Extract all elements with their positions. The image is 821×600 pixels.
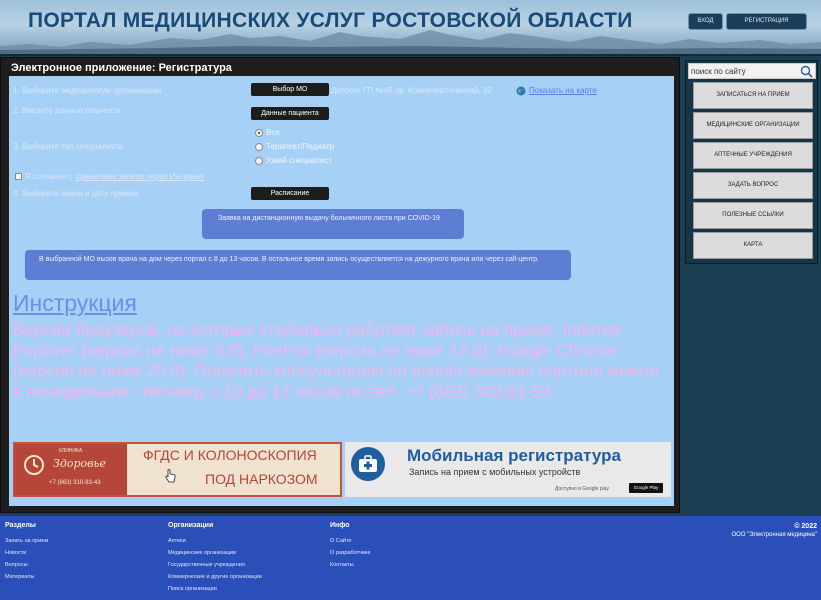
footer-link[interactable]: О разработчике xyxy=(330,547,371,559)
google-play-badge[interactable]: Google Play xyxy=(629,483,663,493)
selected-mo-text: Детская ГП №45 пр. Коммунистический, 32 xyxy=(331,86,492,95)
sidebar-item-ask-question[interactable]: ЗАДАТЬ ВОПРОС xyxy=(693,172,813,199)
site-title: ПОРТАЛ МЕДИЦИНСКИХ УСЛУГ РОСТОВСКОЙ ОБЛА… xyxy=(28,9,633,32)
footer-link[interactable]: Государственные учреждения xyxy=(168,559,262,571)
mobile-registry-subtitle: Запись на прием с мобильных устройств xyxy=(409,467,581,477)
radio-therapist[interactable]: Терапевт/Педиатр xyxy=(255,142,334,151)
instruction-link[interactable]: Инструкция xyxy=(13,290,137,317)
step-2-label: 2. Введите данные пациента xyxy=(13,106,121,115)
schedule-button[interactable]: Расписание xyxy=(251,187,329,200)
footer-link[interactable]: Поиск организации xyxy=(168,583,262,595)
hand-cursor-icon xyxy=(165,469,176,483)
sidebar-item-pharmacies[interactable]: АПТЕЧНЫЕ УЧРЕЖДЕНИЯ xyxy=(693,142,813,169)
footer-info-title: Инфо xyxy=(330,522,350,529)
mobile-registry-banner[interactable]: Мобильная регистратура Запись на прием с… xyxy=(345,442,671,497)
login-button[interactable]: ВХОД xyxy=(688,13,723,30)
footer-info: Инфо О Сайте О разработчике Контакты xyxy=(330,522,371,571)
site-footer: Разделы Запись на прием Новости Вопросы … xyxy=(0,516,821,600)
footer-link[interactable]: Коммерческие и другие организации xyxy=(168,571,262,583)
radio-narrow[interactable]: Узкий специалист xyxy=(255,156,332,165)
home-visit-info: В выбранной МО вызов врача на дом через … xyxy=(25,250,571,280)
radio-button-selected[interactable] xyxy=(255,128,263,137)
agree-prefix: Я согласен с xyxy=(25,172,73,181)
sidebar-item-medical-orgs[interactable]: МЕДИЦИНСКИЕ ОРГАНИЗАЦИИ xyxy=(693,112,813,139)
select-mo-button[interactable]: Выбор МО xyxy=(251,83,329,96)
copyright-year: © 2022 xyxy=(794,523,817,530)
footer-sections-title: Разделы xyxy=(5,522,36,529)
footer-link[interactable]: Аптеки xyxy=(168,535,262,547)
copyright: © 2022 ООО "Электронная медицина" xyxy=(732,522,818,540)
copyright-org: ООО "Электронная медицина" xyxy=(731,532,818,538)
footer-orgs: Организации Аптеки Медицинские организац… xyxy=(168,522,262,595)
step-4-label: 4. Выберите врача и дату приема xyxy=(13,189,139,198)
search-input[interactable] xyxy=(691,65,796,77)
radio-all[interactable]: Все xyxy=(255,128,280,137)
radio-therapist-label: Терапевт/Педиатр xyxy=(266,142,335,151)
clinic-logo-caption: КЛИНИКА xyxy=(59,448,83,454)
radio-all-label: Все xyxy=(266,128,280,137)
footer-link[interactable]: Контакты xyxy=(330,559,371,571)
registry-panel: Электронное приложение: Регистратура 1. … xyxy=(0,57,680,513)
show-on-map-link[interactable]: Показать на карте xyxy=(529,86,597,95)
clock-icon xyxy=(24,455,44,475)
registry-content: 1. Выберите медицинскую организацию Выбо… xyxy=(9,76,674,506)
agree-row: Я согласен с правилами записи через Инте… xyxy=(15,172,205,181)
covid-sick-leave-button[interactable]: Заявка на дистанционную выдачу больнично… xyxy=(202,209,464,239)
radio-button[interactable] xyxy=(255,142,263,151)
step-1-label: 1. Выберите медицинскую организацию xyxy=(13,86,162,95)
sidebar: ЗАПИСАТЬСЯ НА ПРИЕМ МЕДИЦИНСКИЕ ОРГАНИЗА… xyxy=(685,60,818,264)
clinic-phone: +7 (863) 310-83-43 xyxy=(49,480,101,486)
footer-sections: Разделы Запись на прием Новости Вопросы … xyxy=(5,522,48,583)
sidebar-item-appointment[interactable]: ЗАПИСАТЬСЯ НА ПРИЕМ xyxy=(693,82,813,109)
sidebar-item-map[interactable]: КАРТА xyxy=(693,232,813,259)
globe-icon xyxy=(516,86,526,96)
sidebar-item-useful-links[interactable]: ПОЛЕЗНЫЕ ССЫЛКИ xyxy=(693,202,813,229)
step-3-label: 3. Выберите тип специалиста xyxy=(13,142,124,151)
panel-title: Электронное приложение: Регистратура xyxy=(11,62,232,74)
footer-link[interactable]: Запись на прием xyxy=(5,535,48,547)
footer-link[interactable]: Медицинские организации xyxy=(168,547,262,559)
radio-button[interactable] xyxy=(255,156,263,165)
clinic-logo-name: Здоровье xyxy=(53,457,107,470)
mobile-registry-title: Мобильная регистратура xyxy=(407,446,621,465)
patient-data-button[interactable]: Данные пациента xyxy=(251,107,329,120)
footer-link[interactable]: О Сайте xyxy=(330,535,371,547)
google-play-caption: Доступно в Google play xyxy=(555,486,609,492)
medical-kit-icon xyxy=(351,447,385,481)
footer-link[interactable]: Вопросы xyxy=(5,559,48,571)
site-header: ПОРТАЛ МЕДИЦИНСКИХ УСЛУГ РОСТОВСКОЙ ОБЛА… xyxy=(0,0,821,56)
footer-link[interactable]: Материалы xyxy=(5,571,48,583)
search-icon[interactable] xyxy=(800,65,813,78)
agree-checkbox[interactable] xyxy=(15,173,22,180)
search-box xyxy=(688,63,816,79)
clinic-ad-banner[interactable]: КЛИНИКА Здоровье +7 (863) 310-83-43 ФГДС… xyxy=(13,442,342,497)
rules-link[interactable]: правилами записи через Интернет xyxy=(76,172,205,181)
radio-narrow-label: Узкий специалист xyxy=(266,156,333,165)
footer-link[interactable]: Новости xyxy=(5,547,48,559)
clinic-ad-line2: ПОД НАРКОЗОМ xyxy=(205,471,318,487)
instruction-text: Версии браузеров, на которых стабильно р… xyxy=(13,320,659,401)
footer-orgs-title: Организации xyxy=(168,522,214,529)
register-button[interactable]: РЕГИСТРАЦИЯ xyxy=(726,13,807,30)
clinic-ad-line1: ФГДС И КОЛОНОСКОПИЯ xyxy=(143,447,317,463)
clinic-logo: КЛИНИКА Здоровье +7 (863) 310-83-43 xyxy=(15,444,127,495)
